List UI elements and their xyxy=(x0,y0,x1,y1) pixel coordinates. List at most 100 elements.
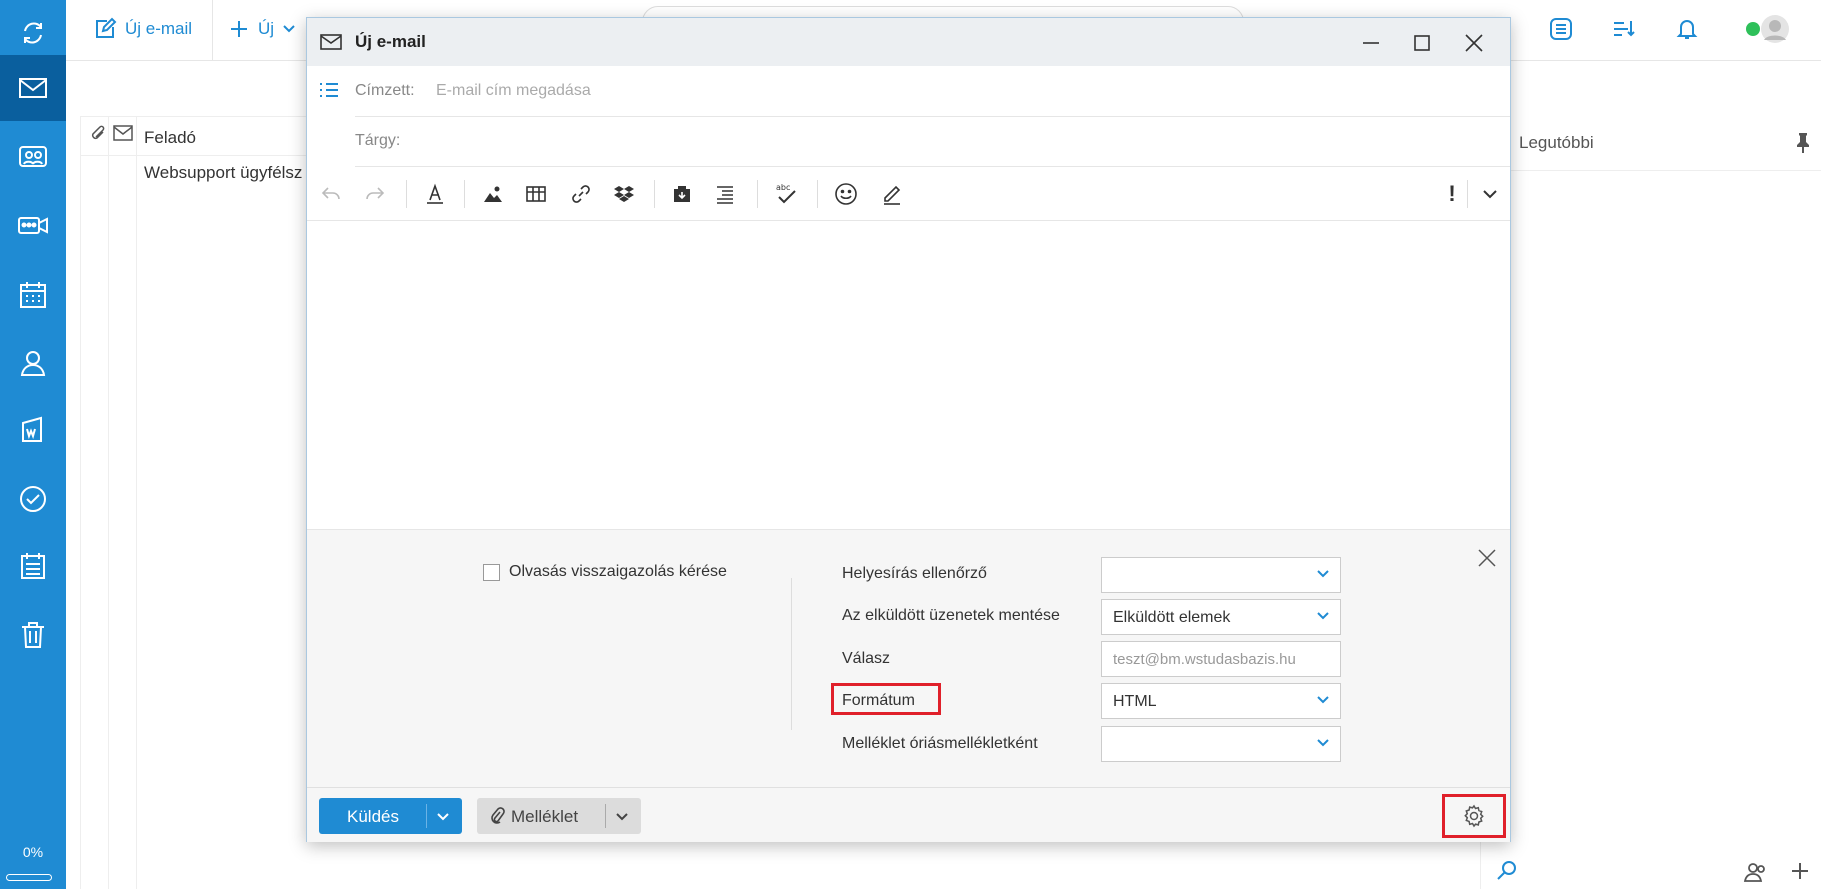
compose-dialog: Új e-mail Címzett: E-mail cím megadása T… xyxy=(306,17,1511,842)
envelope-icon xyxy=(320,34,342,50)
sidebar-item-tasks[interactable] xyxy=(0,533,66,599)
dialog-title-bar[interactable]: Új e-mail xyxy=(307,18,1510,66)
redo-icon xyxy=(366,187,385,200)
to-input[interactable]: E-mail cím megadása xyxy=(436,82,591,100)
spellcheck-button[interactable]: abc xyxy=(773,181,799,207)
read-receipt-label: Olvasás visszaigazolás kérése xyxy=(509,563,727,580)
emoji-button[interactable] xyxy=(833,181,859,207)
more-tools-button[interactable] xyxy=(1477,181,1503,207)
new-email-label: Új e-mail xyxy=(125,19,193,38)
chevron-down-icon[interactable] xyxy=(615,810,629,824)
sort-button[interactable] xyxy=(1609,14,1639,44)
sidebar-item-contacts[interactable] xyxy=(0,330,66,396)
list-item-sender: Websupport ügyfélsz xyxy=(144,163,303,182)
storage-bar xyxy=(6,874,52,881)
chevron-down-icon xyxy=(1317,612,1329,620)
user-avatar[interactable] xyxy=(1746,14,1790,44)
sync-icon xyxy=(24,22,42,44)
chevron-down-icon[interactable] xyxy=(436,810,450,824)
list-item[interactable]: Websupport ügyfélsz xyxy=(144,163,302,183)
insert-image-button[interactable] xyxy=(480,181,506,207)
attach-button[interactable]: Melléklet xyxy=(477,798,641,834)
attachment-icon xyxy=(91,125,105,140)
app-sidebar: 0% xyxy=(0,0,66,889)
table-icon xyxy=(526,186,546,202)
sidebar-item-office[interactable] xyxy=(0,397,66,463)
gear-icon[interactable] xyxy=(1462,804,1486,828)
toolbar-separator xyxy=(464,180,465,208)
grid-line xyxy=(80,116,81,889)
new-item-button[interactable]: Új xyxy=(228,0,296,58)
bell-icon xyxy=(1676,20,1698,39)
reply-to-input[interactable]: teszt@bm.wstudasbazis.hu xyxy=(1101,641,1341,677)
priority-button[interactable]: ! xyxy=(1439,181,1465,207)
grid-line xyxy=(108,116,109,889)
minimize-icon[interactable] xyxy=(1362,34,1380,52)
reading-pane-button[interactable] xyxy=(1546,14,1576,44)
sidebar-item-trash[interactable] xyxy=(0,602,66,668)
online-status-dot xyxy=(1746,22,1760,36)
save-sent-select[interactable]: Elküldött elemek xyxy=(1101,599,1341,635)
subject-input[interactable] xyxy=(435,124,1500,158)
save-sent-label: Az elküldött üzenetek mentése xyxy=(842,607,1060,624)
emoji-icon xyxy=(835,183,857,205)
svg-text:abc: abc xyxy=(776,183,790,192)
chat-icon xyxy=(19,146,47,167)
attach-divider xyxy=(605,804,606,828)
sidebar-item-chat[interactable] xyxy=(0,125,66,191)
notifications-button[interactable] xyxy=(1672,14,1702,44)
search-icon[interactable] xyxy=(1496,860,1518,882)
spellcheck-select[interactable] xyxy=(1101,557,1341,593)
read-receipt-option[interactable]: Olvasás visszaigazolás kérése xyxy=(483,563,727,581)
maximize-icon[interactable] xyxy=(1413,34,1431,52)
close-icon[interactable] xyxy=(1464,33,1484,53)
dialog-footer: Küldés Melléklet xyxy=(307,787,1510,842)
video-icon xyxy=(18,217,48,234)
subject-row: Tárgy: xyxy=(355,116,1510,167)
plus-icon xyxy=(231,21,247,37)
message-body-editor[interactable] xyxy=(307,221,1510,528)
align-button[interactable] xyxy=(712,181,738,207)
close-icon[interactable] xyxy=(1477,548,1497,568)
send-button[interactable]: Küldés xyxy=(319,798,462,834)
grid-line xyxy=(136,116,137,889)
read-receipt-checkbox[interactable] xyxy=(483,563,500,581)
trash-icon xyxy=(22,622,44,648)
chevron-down-icon xyxy=(1317,696,1329,704)
undo-button[interactable] xyxy=(318,181,344,207)
reply-to-value: teszt@bm.wstudasbazis.hu xyxy=(1113,651,1296,668)
font-color-icon xyxy=(427,183,443,204)
subject-label: Tárgy: xyxy=(355,132,401,149)
chevron-down-icon xyxy=(1483,190,1497,199)
address-book-icon[interactable] xyxy=(319,81,339,99)
save-sent-value: Elküldött elemek xyxy=(1113,609,1231,626)
sidebar-item-video[interactable] xyxy=(0,192,66,258)
sidebar-item-tasks-done[interactable] xyxy=(0,466,66,532)
toolbar-separator xyxy=(1467,180,1468,208)
format-select[interactable]: HTML xyxy=(1101,683,1341,719)
signature-button[interactable] xyxy=(879,181,905,207)
template-button[interactable] xyxy=(669,181,695,207)
check-icon xyxy=(20,486,46,512)
paperclip-icon xyxy=(491,807,505,824)
dropbox-button[interactable] xyxy=(611,181,637,207)
contacts-icon[interactable] xyxy=(1743,860,1767,884)
new-email-button[interactable]: Új e-mail xyxy=(93,0,192,58)
add-icon[interactable] xyxy=(1789,860,1811,882)
link-icon xyxy=(572,185,590,203)
attach-label: Melléklet xyxy=(511,807,579,826)
font-color-button[interactable] xyxy=(422,181,448,207)
editor-toolbar: abc ! xyxy=(307,166,1510,221)
insert-table-button[interactable] xyxy=(523,181,549,207)
insert-link-button[interactable] xyxy=(568,181,594,207)
signature-icon xyxy=(884,185,901,205)
toolbar-separator xyxy=(817,180,818,208)
large-attachment-select[interactable] xyxy=(1101,726,1341,762)
office-icon xyxy=(22,416,42,442)
sidebar-item-calendar[interactable] xyxy=(0,262,66,328)
column-sender[interactable]: Feladó xyxy=(144,128,196,148)
dialog-title: Új e-mail xyxy=(355,32,426,51)
pin-icon[interactable] xyxy=(1795,132,1811,154)
sidebar-item-mail[interactable] xyxy=(0,55,66,121)
redo-button[interactable] xyxy=(362,181,388,207)
